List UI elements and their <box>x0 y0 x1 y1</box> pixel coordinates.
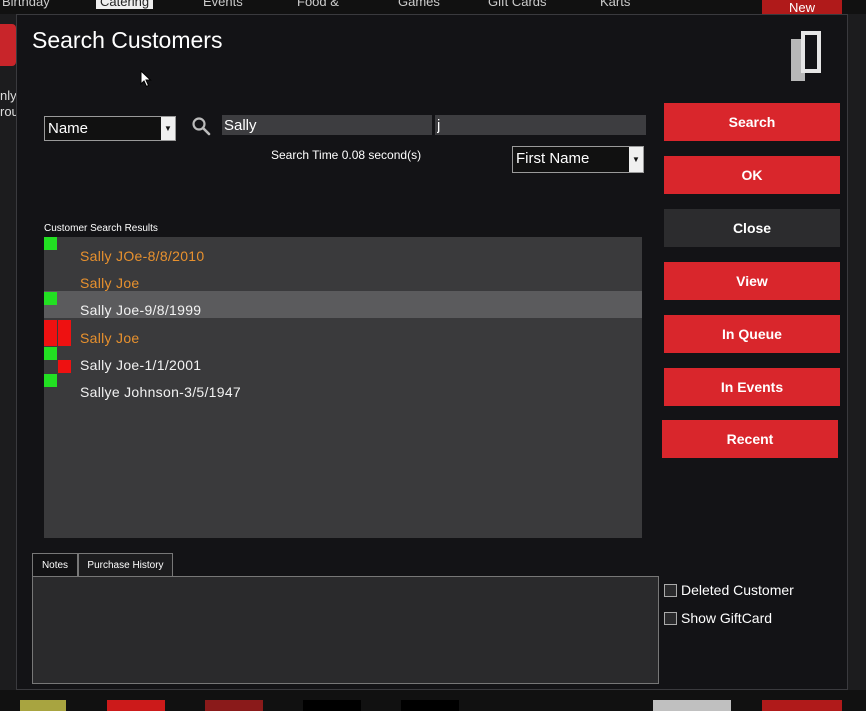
background-tab-games[interactable]: Games <box>398 0 440 9</box>
result-row-label: Sally Joe <box>80 275 140 291</box>
result-row-label: Sallye Johnson-3/5/1947 <box>80 384 242 400</box>
search-type-value: Name <box>48 120 89 137</box>
search-customers-dialog: Search Customers Name ▼ Search Time 0.08… <box>16 14 848 690</box>
status-marker-green <box>44 292 57 305</box>
background-thumbnail[interactable] <box>303 700 361 711</box>
background-thumbnail[interactable] <box>20 700 66 711</box>
background-logo <box>0 24 16 66</box>
background-tab-events[interactable]: Events <box>203 0 243 9</box>
search-type-select[interactable]: Name ▼ <box>44 116 176 141</box>
status-marker-red <box>58 360 71 373</box>
result-row-label: Sally Joe-9/8/1999 <box>80 302 202 318</box>
chevron-down-icon: ▼ <box>629 147 643 172</box>
dialog-title: Search Customers <box>32 27 223 53</box>
status-marker-red <box>58 333 71 346</box>
status-marker-green <box>44 347 57 360</box>
background-thumbnail[interactable] <box>653 700 731 711</box>
checkbox-box[interactable] <box>664 583 677 597</box>
result-row-label: Sally Joe-1/1/2001 <box>80 357 202 373</box>
search-button[interactable]: Search <box>664 103 840 141</box>
ok-button[interactable]: OK <box>664 156 840 194</box>
show-giftcard-label: Show GiftCard <box>681 610 773 626</box>
result-row[interactable]: Sally Joe-1/1/2001 <box>44 346 642 373</box>
result-row[interactable]: Sally Joe <box>44 264 642 291</box>
result-row-label: Sally Joe <box>80 330 140 346</box>
search-time-label: Search Time 0.08 second(s) <box>271 148 422 162</box>
deleted-customer-checkbox[interactable]: Deleted Customer <box>664 582 794 598</box>
recent-button[interactable]: Recent <box>662 420 838 458</box>
close-button[interactable]: Close <box>664 209 840 247</box>
chevron-down-icon: ▼ <box>161 117 175 140</box>
results-label: Customer Search Results <box>44 223 158 234</box>
background-thumbnail[interactable] <box>107 700 165 711</box>
customer-results-list[interactable]: Sally JOe-8/8/2010 Sally Joe Sally Joe-9… <box>44 237 642 538</box>
background-thumbnail[interactable] <box>205 700 263 711</box>
field-select-value: First Name <box>516 150 590 167</box>
status-marker-green <box>44 237 57 250</box>
background-tab-food[interactable]: Food & <box>297 0 339 9</box>
background-thumbnail[interactable] <box>401 700 459 711</box>
result-row[interactable]: Sally JOe-8/8/2010 <box>44 237 642 264</box>
background-thumbnail[interactable] <box>762 700 842 711</box>
status-marker-red <box>44 320 57 333</box>
tab-notes[interactable]: Notes <box>32 553 78 577</box>
notes-panel[interactable] <box>32 576 659 684</box>
background-tab-karts[interactable]: Karts <box>600 0 630 9</box>
search-icon <box>192 117 211 136</box>
search-input-primary[interactable] <box>222 115 432 135</box>
result-row[interactable]: Sallye Johnson-3/5/1947 <box>44 373 642 400</box>
background-tab-birthday[interactable]: Birthday <box>2 0 50 9</box>
background-menu-strip: Birthday Catering Events Food & Games Gi… <box>0 0 866 14</box>
result-row[interactable]: Sally Joe <box>44 319 642 346</box>
customer-card-icon <box>791 31 821 81</box>
status-marker-green <box>44 374 57 387</box>
show-giftcard-checkbox[interactable]: Show GiftCard <box>664 610 772 626</box>
status-marker-red <box>58 320 71 333</box>
deleted-customer-label: Deleted Customer <box>681 582 794 598</box>
result-row-selected[interactable]: Sally Joe-9/8/1999 <box>44 291 642 318</box>
background-tab-gift-cards[interactable]: Gift Cards <box>488 0 547 9</box>
field-select[interactable]: First Name ▼ <box>512 146 644 173</box>
mouse-cursor-icon <box>140 70 152 88</box>
view-button[interactable]: View <box>664 262 840 300</box>
tab-purchase-history[interactable]: Purchase History <box>78 553 173 577</box>
background-tab-catering[interactable]: Catering <box>96 0 154 9</box>
status-marker-red <box>44 333 57 346</box>
checkbox-box[interactable] <box>664 611 677 625</box>
in-events-button[interactable]: In Events <box>664 368 840 406</box>
in-queue-button[interactable]: In Queue <box>664 315 840 353</box>
search-input-secondary[interactable] <box>435 115 646 135</box>
result-row-label: Sally JOe-8/8/2010 <box>80 248 205 264</box>
